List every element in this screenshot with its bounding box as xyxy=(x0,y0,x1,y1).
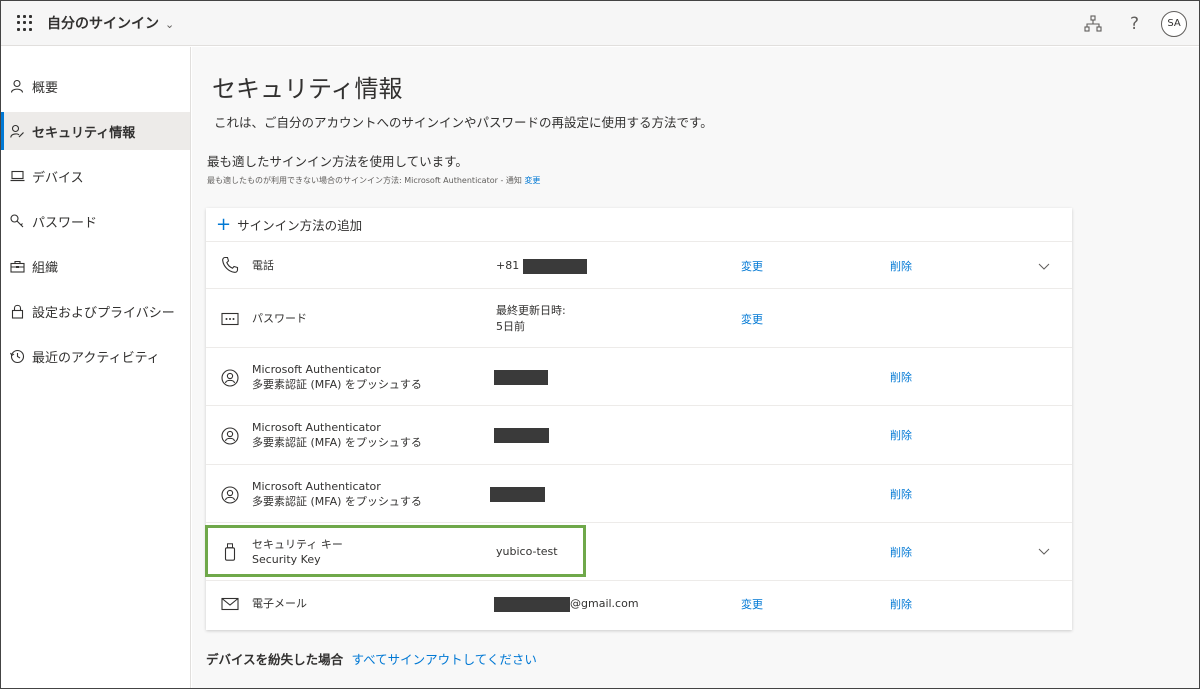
method-detail: @gmail.com xyxy=(494,596,639,612)
method-detail xyxy=(494,427,549,443)
method-name-line2: 多要素認証 (MFA) をプッシュする xyxy=(252,495,422,508)
sidebar-item-label: 設定およびプライバシー xyxy=(32,305,175,321)
page-title: セキュリティ情報 xyxy=(212,75,403,103)
redacted-device xyxy=(494,369,548,385)
sidebar-item-password[interactable]: パスワード xyxy=(1,202,190,240)
method-name-line2: 多要素認証 (MFA) をプッシュする xyxy=(252,436,422,449)
method-detail xyxy=(494,369,548,385)
help-icon[interactable]: ? xyxy=(1130,14,1139,34)
lost-device-line: デバイスを紛失した場合 すべてサインアウトしてください xyxy=(206,649,537,668)
lock-icon xyxy=(9,303,25,319)
method-name-line1: セキュリティ キー xyxy=(252,538,343,551)
sidebar-item-organizations[interactable]: 組織 xyxy=(1,247,190,285)
method-detail xyxy=(490,486,545,502)
method-name-line1: Microsoft Authenticator xyxy=(252,480,381,493)
main-content: セキュリティ情報 これは、ご自分のアカウントへのサインインやパスワードの再設定に… xyxy=(192,47,1199,688)
delete-button[interactable]: 削除 xyxy=(890,486,912,502)
sidebar-item-label: デバイス xyxy=(32,170,84,186)
method-detail-line1: 最終更新日時: xyxy=(496,304,566,317)
method-row-authenticator: Microsoft Authenticator 多要素認証 (MFA) をプッシ… xyxy=(206,406,1072,465)
sidebar-item-label: 概要 xyxy=(32,80,59,96)
methods-card: + サインイン方法の追加 電話 +81 変更 削除 パスワード 最終更新日時: … xyxy=(206,208,1072,630)
password-dots-icon xyxy=(220,309,240,329)
sidebar-item-devices[interactable]: デバイス xyxy=(1,157,190,195)
default-fallback-text: 最も適したものが利用できない場合のサインイン方法: Microsoft Auth… xyxy=(207,176,522,185)
avatar[interactable]: SA xyxy=(1161,10,1187,37)
delete-button[interactable]: 削除 xyxy=(890,258,912,274)
sidebar-item-recent-activity[interactable]: 最近のアクティビティ xyxy=(1,337,190,375)
method-name: 電子メール xyxy=(252,597,307,610)
method-row-security-key: セキュリティ キー Security Key yubico-test 削除 xyxy=(206,523,1072,581)
authenticator-icon xyxy=(220,485,240,505)
redacted-phone xyxy=(522,258,587,274)
method-row-email: 電子メール @gmail.com 変更 削除 xyxy=(206,581,1072,628)
method-row-phone: 電話 +81 変更 削除 xyxy=(206,242,1072,289)
sidebar-item-label: セキュリティ情報 xyxy=(32,125,136,141)
method-row-authenticator: Microsoft Authenticator 多要素認証 (MFA) をプッシ… xyxy=(206,465,1072,523)
header-actions: ? SA xyxy=(1084,1,1187,46)
delete-button[interactable]: 削除 xyxy=(890,427,912,443)
method-name-line1: Microsoft Authenticator xyxy=(252,421,381,434)
person-icon xyxy=(9,78,25,94)
key-icon xyxy=(9,213,25,229)
plus-icon: + xyxy=(216,213,232,235)
window-frame: 自分のサインイン ⌄ ? SA 概要 セキュリティ情報 デバイス パスワード 組… xyxy=(0,0,1200,689)
sidebar: 概要 セキュリティ情報 デバイス パスワード 組織 設定およびプライバシー 最近… xyxy=(1,47,191,688)
chevron-down-icon[interactable] xyxy=(1038,260,1050,272)
phone-icon xyxy=(220,255,240,275)
method-detail-line2: 5日前 xyxy=(496,320,525,333)
method-name-line2: 多要素認証 (MFA) をプッシュする xyxy=(252,378,422,391)
mail-icon xyxy=(220,594,240,614)
laptop-icon xyxy=(9,168,25,184)
method-name-line1: Microsoft Authenticator xyxy=(252,363,381,376)
method-detail: +81 xyxy=(496,258,587,274)
redacted-device xyxy=(494,427,549,443)
change-button[interactable]: 変更 xyxy=(741,311,763,327)
redacted-device xyxy=(490,486,545,502)
default-change-link[interactable]: 変更 xyxy=(524,176,540,185)
authenticator-icon xyxy=(220,426,240,446)
sidebar-item-security-info[interactable]: セキュリティ情報 xyxy=(1,112,190,150)
organization-icon[interactable] xyxy=(1084,14,1102,33)
redacted-email xyxy=(494,596,570,612)
change-button[interactable]: 変更 xyxy=(741,596,763,612)
sidebar-item-settings-privacy[interactable]: 設定およびプライバシー xyxy=(1,292,190,330)
add-method-label: サインイン方法の追加 xyxy=(237,218,363,233)
method-row-authenticator: Microsoft Authenticator 多要素認証 (MFA) をプッシ… xyxy=(206,348,1072,406)
authenticator-icon xyxy=(220,368,240,388)
history-icon xyxy=(9,348,25,364)
app-title[interactable]: 自分のサインイン xyxy=(47,13,159,33)
method-name-line2: Security Key xyxy=(252,553,321,566)
sidebar-item-label: パスワード xyxy=(32,215,98,231)
usb-key-icon xyxy=(220,542,240,562)
briefcase-icon xyxy=(9,258,25,274)
top-header: 自分のサインイン ⌄ ? SA xyxy=(1,1,1199,46)
method-name: 電話 xyxy=(252,259,274,272)
default-method-line: 最も適したサインイン方法を使用しています。 xyxy=(207,154,468,169)
delete-button[interactable]: 削除 xyxy=(890,369,912,385)
chevron-down-icon[interactable]: ⌄ xyxy=(165,18,174,31)
sidebar-item-overview[interactable]: 概要 xyxy=(1,67,190,105)
page-description: これは、ご自分のアカウントへのサインインやパスワードの再設定に使用する方法です。 xyxy=(214,115,713,130)
chevron-down-icon[interactable] xyxy=(1038,545,1050,557)
sign-out-everywhere-link[interactable]: すべてサインアウトしてください xyxy=(352,652,537,667)
method-row-password: パスワード 最終更新日時: 5日前 変更 xyxy=(206,289,1072,348)
delete-button[interactable]: 削除 xyxy=(890,544,912,560)
add-method-button[interactable]: + サインイン方法の追加 xyxy=(206,208,1072,242)
method-detail: yubico-test xyxy=(496,545,558,558)
default-fallback-line: 最も適したものが利用できない場合のサインイン方法: Microsoft Auth… xyxy=(207,175,540,186)
method-name: パスワード xyxy=(252,312,307,325)
sidebar-item-label: 最近のアクティビティ xyxy=(32,350,160,366)
change-button[interactable]: 変更 xyxy=(741,258,763,274)
person-key-icon xyxy=(9,123,25,139)
sidebar-item-label: 組織 xyxy=(32,260,59,276)
app-launcher-icon[interactable] xyxy=(17,15,33,31)
delete-button[interactable]: 削除 xyxy=(890,596,912,612)
lost-device-text: デバイスを紛失した場合 xyxy=(206,652,344,667)
